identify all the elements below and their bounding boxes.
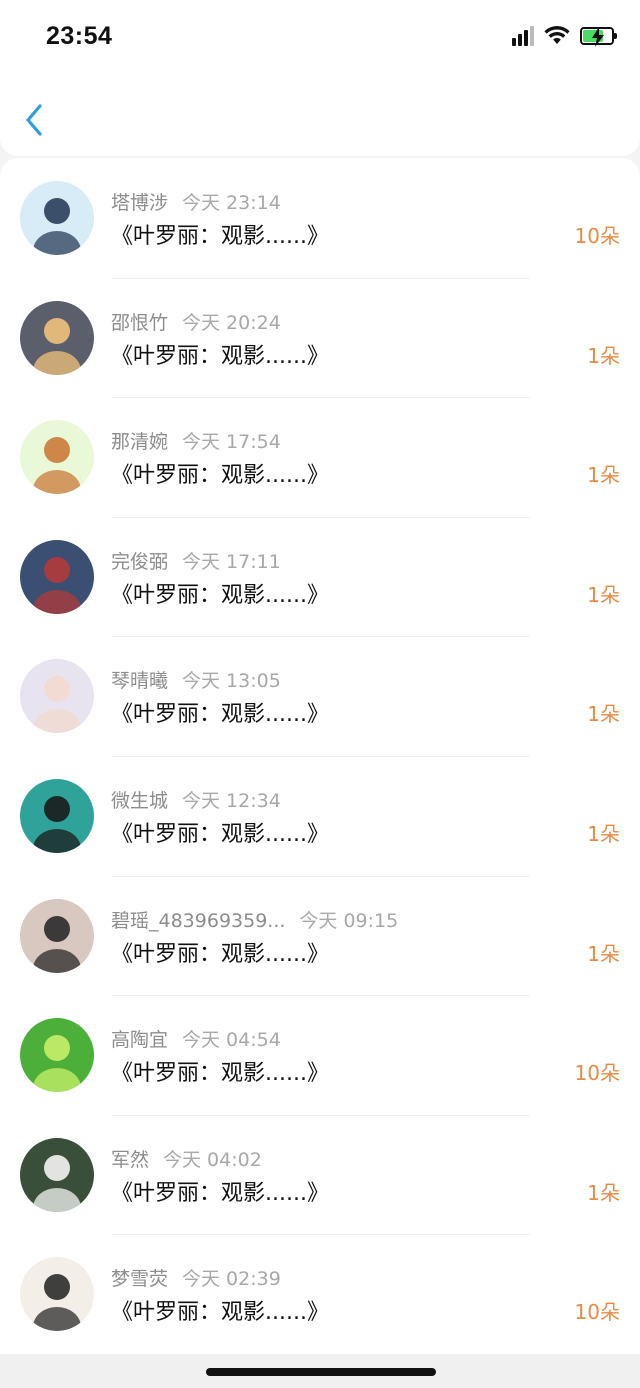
user-name[interactable]: 塔博涉 xyxy=(111,192,168,214)
book-title: 《叶罗丽：观影......》 xyxy=(111,463,329,489)
record-meta: 梦雪荧 今天 02:39 xyxy=(111,1264,281,1291)
nav-bar xyxy=(0,80,640,156)
gift-amount: 10朵 xyxy=(574,1300,620,1325)
record-time: 今天 12:34 xyxy=(182,789,281,812)
gift-amount: 1朵 xyxy=(587,821,620,846)
user-name[interactable]: 高陶宜 xyxy=(111,1029,168,1051)
back-button[interactable] xyxy=(18,100,52,140)
book-title: 《叶罗丽：观影......》 xyxy=(111,941,329,967)
book-title: 《叶罗丽：观影......》 xyxy=(111,582,329,608)
wifi-icon xyxy=(544,26,570,44)
gift-amount: 1朵 xyxy=(587,343,620,368)
home-indicator[interactable] xyxy=(206,1368,436,1376)
user-avatar[interactable] xyxy=(20,659,94,734)
record-time: 今天 17:11 xyxy=(182,550,281,573)
gift-amount: 1朵 xyxy=(587,463,620,488)
user-name[interactable]: 微生城 xyxy=(111,790,168,812)
record-time: 今天 02:39 xyxy=(182,1268,281,1291)
book-title: 《叶罗丽：观影......》 xyxy=(111,224,329,249)
gift-record-row[interactable]: 高陶宜 今天 04:54 《叶罗丽：观影......》 10朵 xyxy=(0,995,640,1115)
user-avatar[interactable] xyxy=(20,181,94,255)
user-avatar[interactable] xyxy=(20,1137,94,1212)
record-time: 今天 04:54 xyxy=(182,1029,281,1052)
gift-record-row[interactable]: 梦雪荧 今天 02:39 《叶罗丽：观影......》 10朵 xyxy=(0,1234,640,1354)
gift-record-row[interactable]: 军然 今天 04:02 《叶罗丽：观影......》 1朵 xyxy=(0,1114,640,1235)
gift-amount: 10朵 xyxy=(574,224,620,248)
user-name[interactable]: 那清婉 xyxy=(111,431,168,453)
record-time: 今天 04:02 xyxy=(163,1148,262,1171)
gift-amount: 10朵 xyxy=(574,1061,620,1086)
gift-record-row[interactable]: 那清婉 今天 17:54 《叶罗丽：观影......》 1朵 xyxy=(0,397,640,517)
record-meta: 邵恨竹 今天 20:24 xyxy=(111,308,281,335)
gift-record-row[interactable]: 完俊弼 今天 17:11 《叶罗丽：观影......》 1朵 xyxy=(0,516,640,637)
user-avatar[interactable] xyxy=(20,778,94,853)
status-bar: 23:54 xyxy=(0,0,640,80)
book-title: 《叶罗丽：观影......》 xyxy=(111,702,329,728)
book-title: 《叶罗丽：观影......》 xyxy=(111,1180,329,1206)
user-avatar[interactable] xyxy=(20,539,94,614)
record-time: 今天 09:15 xyxy=(299,909,399,932)
user-avatar[interactable] xyxy=(20,1018,94,1093)
gift-amount: 1朵 xyxy=(587,941,620,966)
user-avatar[interactable] xyxy=(20,898,94,973)
gift-record-row[interactable]: 邵恨竹 今天 20:24 《叶罗丽：观影......》 1朵 xyxy=(0,277,640,398)
gift-record-row[interactable]: 微生城 今天 12:34 《叶罗丽：观影......》 1朵 xyxy=(0,755,640,876)
book-title: 《叶罗丽：观影......》 xyxy=(111,1061,329,1087)
book-title: 《叶罗丽：观影......》 xyxy=(111,1300,329,1326)
chevron-left-icon xyxy=(26,104,42,136)
record-meta: 高陶宜 今天 04:54 xyxy=(111,1025,281,1052)
user-avatar[interactable] xyxy=(20,420,94,495)
status-time: 23:54 xyxy=(46,22,113,50)
record-time: 今天 17:54 xyxy=(182,431,281,454)
user-avatar[interactable] xyxy=(20,1257,94,1332)
record-time: 今天 13:05 xyxy=(182,670,281,693)
battery-icon xyxy=(580,27,617,47)
gift-record-row[interactable]: 碧瑶_483969359... 今天 09:15 《叶罗丽：观影......》 1朵 xyxy=(0,875,640,996)
user-name[interactable]: 碧瑶_483969359... xyxy=(111,910,285,932)
record-meta: 碧瑶_483969359... 今天 09:15 xyxy=(111,906,398,933)
charging-bolt-icon xyxy=(592,27,604,47)
user-name[interactable]: 完俊弼 xyxy=(111,551,168,573)
gift-record-row[interactable]: 琴晴曦 今天 13:05 《叶罗丽：观影......》 1朵 xyxy=(0,636,640,756)
user-name[interactable]: 琴晴曦 xyxy=(111,670,168,692)
gift-amount: 1朵 xyxy=(587,1180,620,1205)
record-meta: 微生城 今天 12:34 xyxy=(111,786,281,813)
record-time: 今天 20:24 xyxy=(182,311,281,334)
gift-record-list: 塔博涉 今天 23:14 《叶罗丽：观影......》 10朵 邵恨竹 今天 20:24 《… xyxy=(0,158,640,1354)
record-time: 今天 23:14 xyxy=(182,192,281,214)
book-title: 《叶罗丽：观影......》 xyxy=(111,343,329,369)
record-meta: 那清婉 今天 17:54 xyxy=(111,427,281,454)
record-meta: 完俊弼 今天 17:11 xyxy=(111,547,281,574)
user-name[interactable]: 梦雪荧 xyxy=(111,1268,168,1290)
cellular-signal-icon xyxy=(512,26,534,46)
record-meta: 琴晴曦 今天 13:05 xyxy=(111,666,281,693)
status-icons xyxy=(512,26,617,47)
home-indicator-area xyxy=(0,1354,640,1388)
gift-amount: 1朵 xyxy=(587,702,620,727)
record-meta: 塔博涉 今天 23:14 xyxy=(111,188,281,215)
user-name[interactable]: 邵恨竹 xyxy=(111,312,168,334)
user-avatar[interactable] xyxy=(20,300,94,375)
gift-record-row[interactable]: 塔博涉 今天 23:14 《叶罗丽：观影......》 10朵 xyxy=(0,158,640,278)
record-meta: 军然 今天 04:02 xyxy=(111,1145,262,1172)
user-name[interactable]: 军然 xyxy=(111,1149,149,1171)
gift-amount: 1朵 xyxy=(587,582,620,607)
book-title: 《叶罗丽：观影......》 xyxy=(111,821,329,847)
